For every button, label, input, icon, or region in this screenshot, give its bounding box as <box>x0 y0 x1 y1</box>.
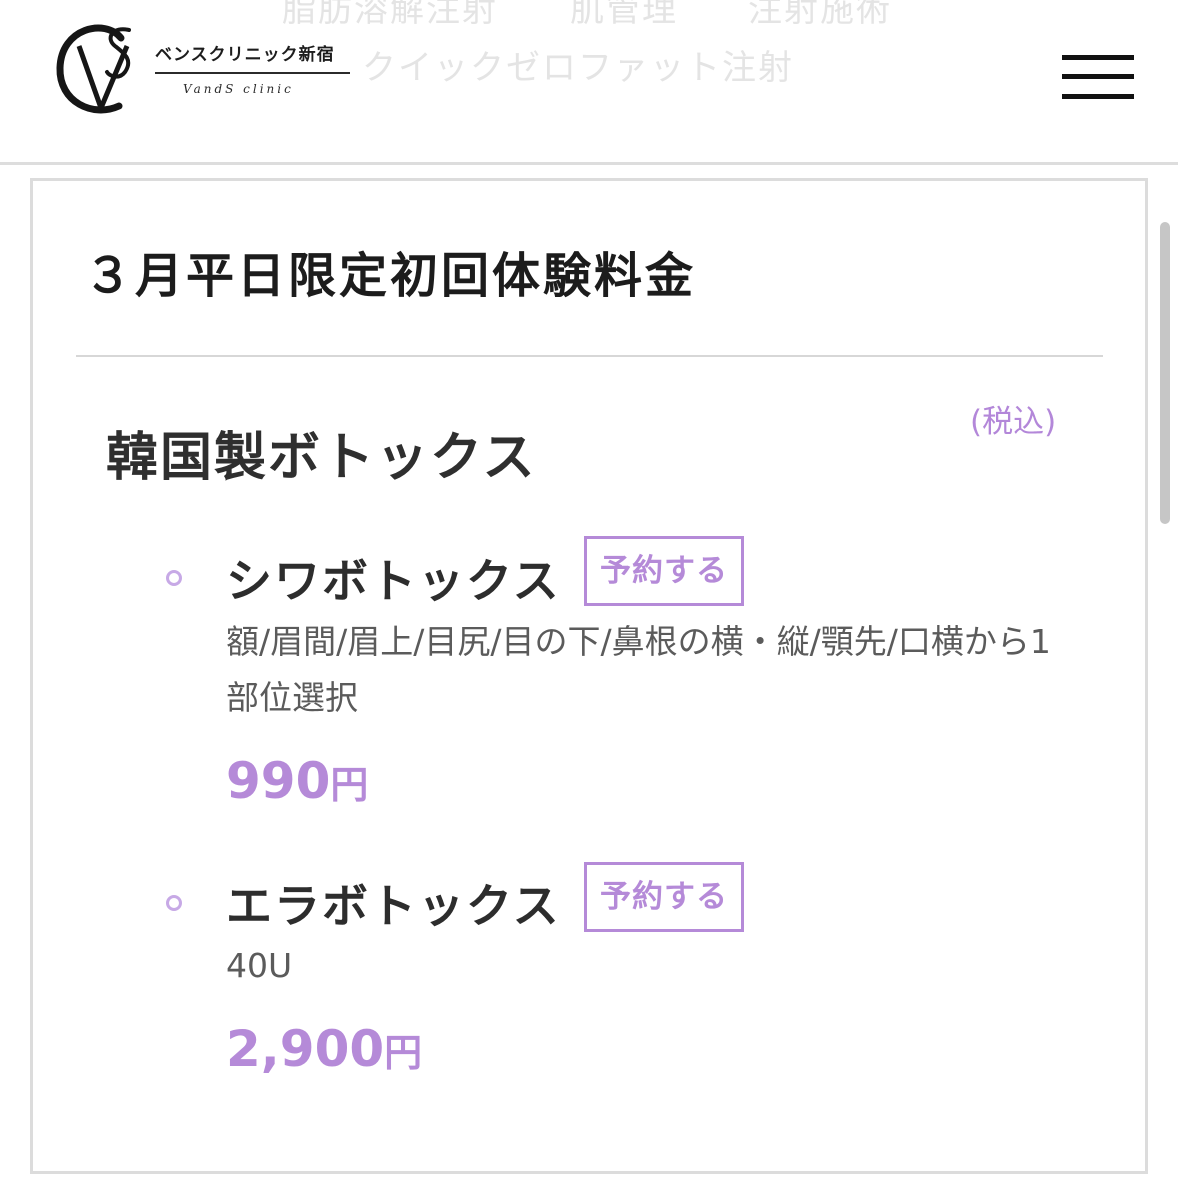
vs-logo-mark-icon <box>56 24 131 114</box>
logo-name-jp: ベンスクリニック新宿 <box>155 45 335 65</box>
clinic-logo[interactable]: ベンスクリニック新宿 VandS clinic <box>55 16 365 120</box>
hamburger-icon-line <box>1062 74 1134 79</box>
item-name-jaw-botox: エラボトックス <box>226 879 561 933</box>
hamburger-menu-button[interactable] <box>1058 50 1138 108</box>
bullet-circle-icon <box>166 895 182 911</box>
item-price-wrinkle-botox: 990円 <box>226 752 368 810</box>
price-number: 990 <box>226 752 331 810</box>
reserve-button-jaw-botox[interactable]: 予約する <box>584 862 744 932</box>
price-number: 2,900 <box>226 1020 385 1078</box>
tax-included-note: (税込) <box>970 404 1057 440</box>
logo-name-en: VandS clinic <box>183 82 294 96</box>
section-title-korean-botox: 韓国製ボトックス <box>106 428 537 488</box>
hamburger-icon-line <box>1062 94 1134 99</box>
nav-link-quick-zero-fat[interactable]: クイックゼロファット注射 <box>362 40 794 89</box>
logo-divider <box>155 72 350 74</box>
price-unit: 円 <box>330 763 369 807</box>
card-title: ３月平日限定初回体験料金 <box>84 248 697 304</box>
bullet-circle-icon <box>166 570 182 586</box>
nav-link-injection[interactable]: 注射施術 <box>748 0 892 31</box>
price-unit: 円 <box>384 1031 423 1075</box>
card-divider <box>76 355 1103 357</box>
site-header: 脂肪溶解注射 肌管理 注射施術 クイックゼロファット注射 ベンスクリニック新宿 … <box>0 0 1178 165</box>
scrollbar-thumb[interactable] <box>1160 222 1170 524</box>
nav-link-skin-care[interactable]: 肌管理 <box>570 0 678 31</box>
item-price-jaw-botox: 2,900円 <box>226 1020 422 1078</box>
hamburger-icon <box>1062 55 1134 60</box>
item-description-wrinkle-botox: 額/眉間/眉上/目尻/目の下/鼻根の横・縦/顎先/口横から1部位選択 <box>226 622 1051 717</box>
item-description-jaw-botox: 40U <box>226 946 293 985</box>
item-name-wrinkle-botox: シワボトックス <box>226 554 561 608</box>
reserve-button-wrinkle-botox[interactable]: 予約する <box>584 536 744 606</box>
